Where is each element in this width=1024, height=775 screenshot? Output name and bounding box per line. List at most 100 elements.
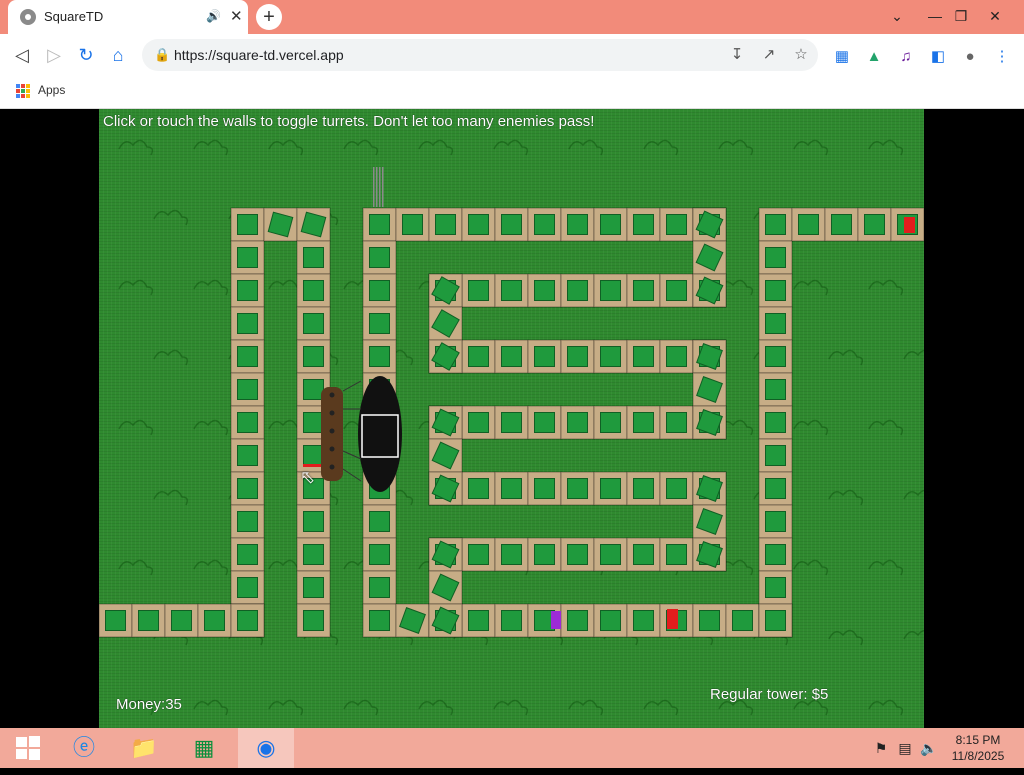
- clock-date[interactable]: 11/8/2025: [948, 749, 1008, 763]
- bush-decoration: [193, 559, 229, 576]
- address-bar[interactable]: 🔒 https://square-td.vercel.app ↧ ↗ ☆: [142, 39, 818, 71]
- back-arrow-icon[interactable]: ◁: [10, 43, 34, 67]
- turret: [303, 247, 324, 268]
- close-window-button[interactable]: ✕: [980, 2, 1010, 30]
- action-center-flag-icon[interactable]: ⚑: [872, 738, 890, 758]
- browser-tab[interactable]: SquareTD 🔊 ✕: [8, 0, 248, 34]
- turret: [237, 313, 258, 334]
- turret: [369, 610, 390, 631]
- turret: [534, 346, 555, 367]
- file-explorer-icon[interactable]: 📁: [116, 728, 172, 768]
- turret: [237, 346, 258, 367]
- turret: [468, 346, 489, 367]
- turret: [237, 511, 258, 532]
- bush-decoration: [193, 419, 229, 436]
- tab-title: SquareTD: [44, 9, 104, 24]
- mouse-pointer-icon: ⬁: [300, 467, 316, 487]
- bush-decoration: [153, 209, 189, 226]
- bush-decoration: [793, 559, 829, 576]
- turret: [303, 313, 324, 334]
- ship-cannon: [329, 464, 335, 470]
- internet-explorer-icon[interactable]: ⓔ: [56, 728, 112, 768]
- turret: [765, 313, 786, 334]
- turret: [237, 478, 258, 499]
- turret: [105, 610, 126, 631]
- new-tab-button[interactable]: +: [256, 4, 282, 30]
- turret: [765, 247, 786, 268]
- spawn-stripe: [376, 167, 378, 207]
- turret: [267, 211, 294, 238]
- forward-arrow-icon[interactable]: ▷: [42, 43, 66, 67]
- turret: [765, 379, 786, 400]
- bush-decoration: [903, 349, 939, 366]
- enemy-red: [667, 609, 678, 629]
- turret: [468, 280, 489, 301]
- bookmark-star-icon[interactable]: ☆: [791, 45, 811, 65]
- turret: [468, 544, 489, 565]
- turret: [567, 478, 588, 499]
- apps-grid-icon[interactable]: [16, 84, 30, 98]
- share-icon[interactable]: ↗: [759, 45, 779, 65]
- clock-time[interactable]: 8:15 PM: [948, 733, 1008, 747]
- apps-bookmark[interactable]: Apps: [38, 83, 65, 97]
- ship-cannon: [329, 428, 335, 434]
- turret: [369, 214, 390, 235]
- turret: [237, 412, 258, 433]
- game-canvas[interactable]: Click or touch the walls to toggle turre…: [98, 109, 939, 728]
- turret: [600, 214, 621, 235]
- bush-decoration: [868, 139, 904, 156]
- media-controls-icon[interactable]: ♫: [896, 47, 916, 67]
- lock-icon[interactable]: 🔒: [154, 47, 170, 63]
- turret: [567, 214, 588, 235]
- turret: [237, 445, 258, 466]
- volume-muted-icon[interactable]: 🔈: [920, 738, 938, 758]
- turret: [666, 478, 687, 499]
- turret: [765, 280, 786, 301]
- turret: [534, 214, 555, 235]
- extension-icon[interactable]: ▲: [864, 47, 884, 67]
- turret: [204, 610, 225, 631]
- home-icon[interactable]: ⌂: [106, 43, 130, 67]
- restore-button[interactable]: ❐: [946, 2, 976, 30]
- bush-decoration: [118, 559, 154, 576]
- turret: [600, 346, 621, 367]
- side-panel-icon[interactable]: ◧: [928, 47, 948, 67]
- enemy-purple: [551, 611, 561, 629]
- turret: [369, 247, 390, 268]
- extensions-puzzle-icon[interactable]: ▦: [832, 47, 852, 67]
- turret: [765, 511, 786, 532]
- tab-search-chevron-icon[interactable]: ⌄: [882, 2, 912, 30]
- profile-avatar-icon[interactable]: ●: [960, 47, 980, 67]
- turret: [831, 214, 852, 235]
- bush-decoration: [903, 629, 939, 646]
- network-icon[interactable]: ▤: [896, 738, 914, 758]
- turret: [303, 379, 324, 400]
- turret: [501, 214, 522, 235]
- close-tab-icon[interactable]: ✕: [230, 7, 243, 25]
- turret: [567, 280, 588, 301]
- bush-decoration: [493, 139, 529, 156]
- bush-decoration: [828, 489, 864, 506]
- turret: [765, 577, 786, 598]
- game-board[interactable]: [98, 109, 939, 728]
- windows-start-icon[interactable]: [0, 728, 56, 768]
- ship-cannon: [329, 446, 335, 452]
- bush-decoration: [793, 419, 829, 436]
- browser-menu-icon[interactable]: ⋮: [992, 47, 1012, 67]
- store-icon[interactable]: ▦: [176, 728, 232, 768]
- bush-decoration: [493, 699, 529, 716]
- install-app-icon[interactable]: ↧: [727, 45, 747, 65]
- reload-icon[interactable]: ↻: [74, 43, 98, 67]
- turret: [798, 214, 819, 235]
- ship-cannon: [329, 410, 335, 416]
- audio-playing-icon[interactable]: 🔊: [206, 9, 221, 23]
- turret: [765, 544, 786, 565]
- bush-decoration: [643, 139, 679, 156]
- url-text[interactable]: https://square-td.vercel.app: [174, 47, 344, 63]
- chrome-taskbar-icon[interactable]: ◉: [238, 728, 294, 768]
- bush-decoration: [868, 699, 904, 716]
- turret: [600, 544, 621, 565]
- bush-decoration: [868, 279, 904, 296]
- turret: [501, 412, 522, 433]
- turret: [468, 214, 489, 235]
